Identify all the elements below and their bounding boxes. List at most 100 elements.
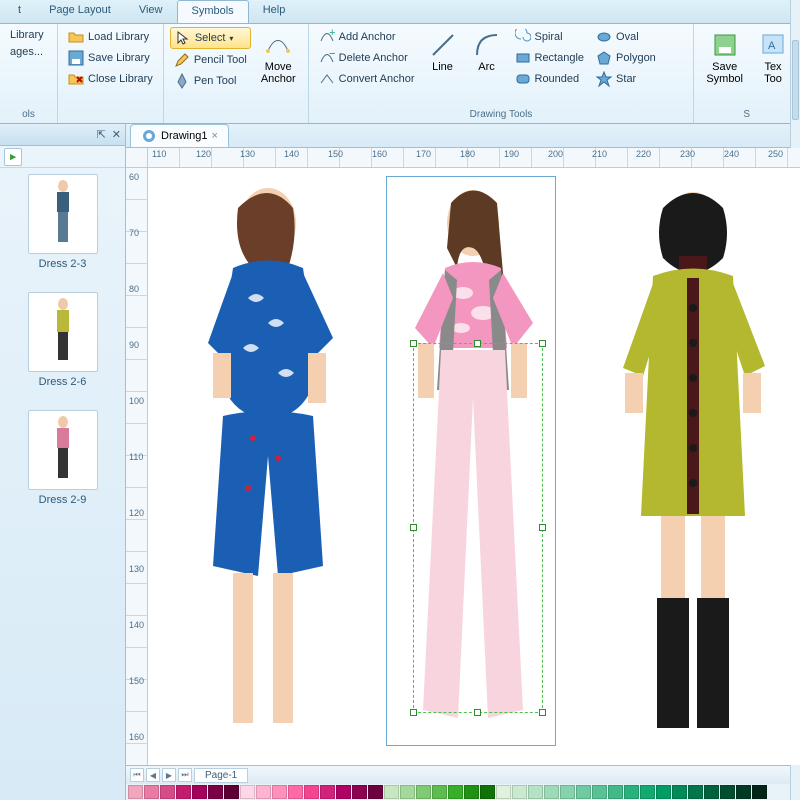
color-palette [126,784,800,800]
save-symbol-button[interactable]: Save Symbol [700,27,749,89]
delete-anchor-icon: − [319,50,335,66]
color-swatch[interactable] [432,785,447,799]
text-tool-button[interactable]: ATex Too [753,27,793,89]
rounded-rect-icon [515,71,531,87]
tab-insert[interactable]: t [4,0,35,23]
save-library-button[interactable]: Save Library [64,48,157,68]
color-swatch[interactable] [624,785,639,799]
color-swatch[interactable] [176,785,191,799]
color-swatch[interactable] [480,785,495,799]
spiral-button[interactable]: Spiral [511,27,589,47]
document-tab[interactable]: Drawing1 × [130,124,229,147]
tab-view[interactable]: View [125,0,177,23]
color-swatch[interactable] [656,785,671,799]
pages-button[interactable]: ages... [6,44,48,60]
delete-anchor-button[interactable]: −Delete Anchor [315,48,419,68]
convert-anchor-button[interactable]: Convert Anchor [315,69,419,89]
color-swatch[interactable] [400,785,415,799]
page-prev-button[interactable]: ◀ [146,768,160,782]
arc-tool-button[interactable]: Arc [467,27,507,77]
list-item[interactable]: Dress 2-3 [4,174,121,270]
color-swatch[interactable] [240,785,255,799]
save-symbol-icon [711,31,739,59]
color-swatch[interactable] [752,785,767,799]
document-tabs: Drawing1 × [126,124,800,148]
horizontal-ruler: 1101201301401501601701801902002102202302… [148,148,800,168]
color-swatch[interactable] [720,785,735,799]
star-icon [596,71,612,87]
color-swatch[interactable] [512,785,527,799]
color-swatch[interactable] [528,785,543,799]
color-swatch[interactable] [256,785,271,799]
list-item-label: Dress 2-6 [39,376,87,388]
pen-tool-button[interactable]: Pen Tool [170,71,251,91]
select-tool-button[interactable]: Select▾ [170,27,251,49]
color-swatch[interactable] [448,785,463,799]
color-swatch[interactable] [144,785,159,799]
color-swatch[interactable] [608,785,623,799]
library-button[interactable]: Library [6,27,48,43]
color-swatch[interactable] [704,785,719,799]
color-swatch[interactable] [416,785,431,799]
list-item[interactable]: Dress 2-6 [4,292,121,388]
polygon-button[interactable]: Polygon [592,48,660,68]
color-swatch[interactable] [320,785,335,799]
page-tab[interactable]: Page-1 [194,768,248,783]
color-swatch[interactable] [272,785,287,799]
color-swatch[interactable] [128,785,143,799]
library-label: Library [10,29,44,41]
pencil-tool-button[interactable]: Pencil Tool [170,50,251,70]
color-swatch[interactable] [336,785,351,799]
lib-new-button[interactable]: ▸ [4,148,22,166]
color-swatch[interactable] [672,785,687,799]
tab-page-layout[interactable]: Page Layout [35,0,125,23]
oval-icon [596,29,612,45]
tab-help[interactable]: Help [249,0,300,23]
close-tab-icon[interactable]: × [211,130,217,142]
text-tool-icon: A [759,31,787,59]
page-first-button[interactable]: ⏮ [130,768,144,782]
color-swatch[interactable] [688,785,703,799]
close-library-button[interactable]: Close Library [64,69,157,89]
rectangle-button[interactable]: Rectangle [511,48,589,68]
add-anchor-button[interactable]: +Add Anchor [315,27,419,47]
close-panel-icon[interactable]: ✕ [112,128,121,141]
color-swatch[interactable] [352,785,367,799]
color-swatch[interactable] [736,785,751,799]
list-item[interactable]: Dress 2-9 [4,410,121,506]
color-swatch[interactable] [544,785,559,799]
line-tool-button[interactable]: Line [423,27,463,77]
color-swatch[interactable] [592,785,607,799]
star-button[interactable]: Star [592,69,660,89]
color-swatch[interactable] [224,785,239,799]
figure-dress-olive[interactable] [593,178,800,738]
rounded-button[interactable]: Rounded [511,69,589,89]
page-next-button[interactable]: ▶ [162,768,176,782]
color-swatch[interactable] [304,785,319,799]
color-swatch[interactable] [576,785,591,799]
color-swatch[interactable] [464,785,479,799]
pin-icon[interactable]: ⇱ [97,128,106,141]
color-swatch[interactable] [160,785,175,799]
color-swatch[interactable] [384,785,399,799]
move-anchor-button[interactable]: Move Anchor [255,27,302,89]
drawing-canvas[interactable] [148,168,800,765]
selection-box-inner[interactable] [413,343,543,713]
line-icon [429,31,457,59]
figure-dress-blue[interactable] [158,178,368,738]
color-swatch[interactable] [640,785,655,799]
color-swatch[interactable] [560,785,575,799]
color-swatch[interactable] [496,785,511,799]
group-label-tools: ols [6,109,51,123]
drawing-tools-label: Drawing Tools [315,109,688,123]
tab-symbols[interactable]: Symbols [177,0,249,23]
color-swatch[interactable] [288,785,303,799]
page-tabs: ⏮ ◀ ▶ ⏭ Page-1 [126,766,800,784]
page-last-button[interactable]: ⏭ [178,768,192,782]
color-swatch[interactable] [368,785,383,799]
svg-text:−: − [329,50,335,60]
load-library-button[interactable]: Load Library [64,27,157,47]
oval-button[interactable]: Oval [592,27,660,47]
color-swatch[interactable] [192,785,207,799]
color-swatch[interactable] [208,785,223,799]
